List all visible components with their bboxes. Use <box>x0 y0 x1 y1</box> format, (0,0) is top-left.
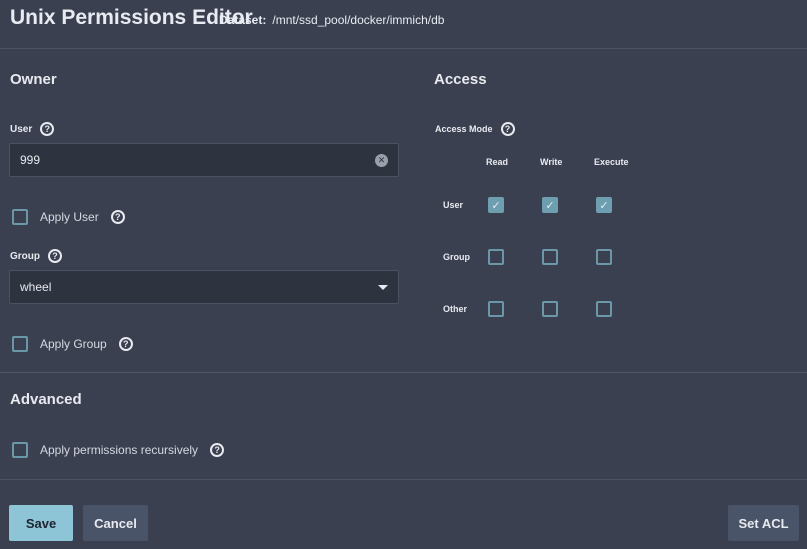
apply-user-checkbox[interactable] <box>12 209 28 225</box>
set-acl-button[interactable]: Set ACL <box>728 505 799 541</box>
checkbox-user-read[interactable]: ✓ <box>488 197 504 213</box>
user-label-text: User <box>10 123 33 135</box>
help-icon[interactable]: ? <box>48 249 62 263</box>
apply-group-checkbox[interactable] <box>12 336 28 352</box>
group-select[interactable]: wheel <box>9 270 399 304</box>
divider <box>0 48 807 49</box>
recursive-checkbox[interactable] <box>12 442 28 458</box>
access-mode-label: Access Mode? <box>435 122 515 136</box>
clear-icon[interactable]: ✕ <box>375 153 388 167</box>
recursive-row: Apply permissions recursively? <box>12 442 225 458</box>
user-input[interactable]: 999 ✕ <box>9 143 399 177</box>
dataset-path: /mnt/ssd_pool/docker/immich/db <box>272 13 445 27</box>
advanced-heading: Advanced <box>10 391 82 408</box>
checkbox-group-write[interactable] <box>542 249 558 265</box>
row-label-group: Group <box>443 252 470 262</box>
column-header-write: Write <box>540 157 563 167</box>
access-heading: Access <box>434 71 487 88</box>
cancel-button[interactable]: Cancel <box>83 505 148 541</box>
checkbox-group-execute[interactable] <box>596 249 612 265</box>
row-label-user: User <box>443 200 464 210</box>
owner-heading: Owner <box>10 71 57 88</box>
apply-group-label: Apply Group <box>40 337 107 351</box>
help-icon[interactable]: ? <box>40 122 55 136</box>
page-title: Unix Permissions Editor <box>10 6 253 29</box>
checkbox-other-write[interactable] <box>542 301 558 317</box>
checkbox-group-read[interactable] <box>488 249 504 265</box>
column-header-execute: Execute <box>594 157 629 167</box>
checkbox-other-execute[interactable] <box>596 301 612 317</box>
column-header-read: Read <box>486 157 509 167</box>
apply-user-label: Apply User <box>40 210 99 224</box>
user-value: 999 <box>20 153 41 167</box>
group-label-text: Group <box>10 250 40 262</box>
help-icon[interactable]: ? <box>118 337 133 351</box>
apply-group-row: Apply Group? <box>12 336 133 352</box>
help-icon[interactable]: ? <box>500 122 515 136</box>
group-value: wheel <box>20 280 52 294</box>
checkbox-user-write[interactable]: ✓ <box>542 197 558 213</box>
dataset-label: Dataset: <box>219 13 267 27</box>
divider <box>0 372 807 373</box>
chevron-down-icon <box>378 284 388 290</box>
divider <box>0 479 807 480</box>
user-label: User? <box>10 122 55 136</box>
group-label: Group? <box>10 249 62 263</box>
help-icon[interactable]: ? <box>110 210 125 224</box>
apply-user-row: Apply User? <box>12 209 125 225</box>
checkbox-user-execute[interactable]: ✓ <box>596 197 612 213</box>
checkbox-other-read[interactable] <box>488 301 504 317</box>
recursive-label: Apply permissions recursively <box>40 443 199 457</box>
dataset-info: Dataset: /mnt/ssd_pool/docker/immich/db <box>219 13 444 27</box>
access-mode-text: Access Mode <box>435 124 493 134</box>
row-label-other: Other <box>443 304 468 314</box>
help-icon[interactable]: ? <box>210 443 225 457</box>
save-button[interactable]: Save <box>9 505 73 541</box>
